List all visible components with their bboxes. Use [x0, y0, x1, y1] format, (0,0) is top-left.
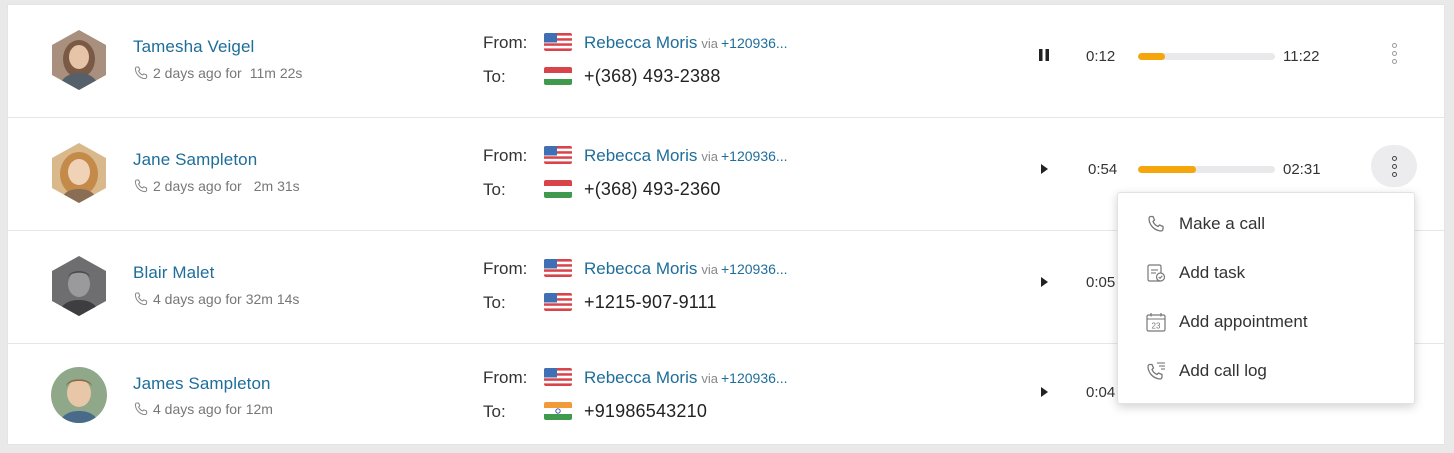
from-caller: Rebecca Moris via +120936...	[584, 368, 788, 388]
to-label: To:	[483, 67, 506, 86]
from-caller: Rebecca Moris via +120936...	[584, 259, 788, 279]
call-meta: 4 days ago for 12m	[133, 401, 273, 417]
play-button[interactable]	[1034, 272, 1054, 292]
more-options-button[interactable]	[1371, 32, 1417, 74]
more-vertical-icon	[1391, 155, 1397, 177]
us-flag-icon	[544, 293, 572, 311]
options-dropdown-menu: Make a call Add task 23 Add appointment …	[1117, 192, 1415, 404]
from-name[interactable]: Rebecca Moris	[584, 33, 697, 52]
play-button[interactable]	[1034, 382, 1054, 402]
india-flag-icon	[544, 402, 572, 420]
call-ago: 4 days ago for	[153, 291, 242, 307]
play-icon	[1041, 164, 1048, 174]
progress-bar[interactable]	[1138, 53, 1275, 60]
call-duration: 12m	[245, 401, 273, 417]
pause-icon	[1039, 49, 1049, 61]
time-total: 11:22	[1283, 48, 1320, 65]
from-name[interactable]: Rebecca Moris	[584, 368, 697, 387]
via-number[interactable]: +120936...	[721, 35, 788, 51]
phone-icon	[1148, 215, 1164, 232]
avatar[interactable]	[50, 366, 108, 428]
progress-bar[interactable]	[1138, 166, 1275, 173]
to-number[interactable]: +(368) 493-2388	[584, 66, 721, 87]
progress-fill	[1138, 166, 1196, 173]
call-duration: 2m 31s	[253, 178, 300, 194]
call-ago: 4 days ago for	[153, 401, 242, 417]
menu-item-label: Add call log	[1179, 360, 1267, 380]
menu-item-make-call[interactable]: Make a call	[1118, 199, 1414, 248]
task-icon	[1147, 263, 1166, 282]
calendar-icon: 23	[1146, 312, 1166, 332]
call-meta: 2 days ago for 11m 22s	[133, 65, 302, 81]
phone-icon	[134, 66, 148, 80]
calendar-day: 23	[1152, 321, 1161, 330]
to-number[interactable]: +91986543210	[584, 401, 707, 422]
pause-button[interactable]	[1034, 45, 1054, 65]
call-row: Tamesha Veigel 2 days ago for 11m 22s Fr…	[8, 5, 1444, 118]
menu-item-label: Add appointment	[1179, 311, 1308, 331]
more-options-button[interactable]	[1371, 145, 1417, 187]
call-ago: 2 days ago for	[153, 65, 242, 81]
from-label: From:	[483, 33, 528, 52]
us-flag-icon	[544, 146, 572, 164]
menu-item-add-task[interactable]: Add task	[1118, 248, 1414, 297]
hungary-flag-icon	[544, 180, 572, 198]
from-caller: Rebecca Moris via +120936...	[584, 33, 788, 53]
time-current: 0:12	[1086, 48, 1116, 65]
avatar[interactable]	[50, 142, 108, 204]
contact-name[interactable]: Blair Malet	[133, 263, 214, 283]
time-current: 0:04	[1086, 384, 1116, 401]
phone-icon	[134, 402, 148, 416]
call-duration: 32m 14s	[245, 291, 300, 307]
menu-item-add-appointment[interactable]: 23 Add appointment	[1118, 297, 1414, 346]
from-label: From:	[483, 146, 528, 165]
phone-icon	[134, 292, 148, 306]
phone-icon	[134, 179, 148, 193]
call-duration: 11m 22s	[249, 65, 303, 81]
to-label: To:	[483, 180, 506, 199]
via-number[interactable]: +120936...	[721, 370, 788, 386]
via-label: via	[701, 371, 718, 386]
call-ago: 2 days ago for	[153, 178, 242, 194]
progress-fill	[1138, 53, 1166, 60]
time-current: 0:05	[1086, 274, 1116, 291]
from-label: From:	[483, 259, 528, 278]
via-number[interactable]: +120936...	[721, 261, 788, 277]
via-label: via	[701, 149, 718, 164]
via-label: via	[701, 36, 718, 51]
call-meta: 4 days ago for 32m 14s	[133, 291, 299, 307]
from-name[interactable]: Rebecca Moris	[584, 259, 697, 278]
from-label: From:	[483, 368, 528, 387]
to-label: To:	[483, 402, 506, 421]
contact-name[interactable]: James Sampleton	[133, 374, 271, 394]
play-icon	[1041, 387, 1048, 397]
more-vertical-icon	[1391, 42, 1397, 64]
play-icon	[1041, 277, 1048, 287]
call-log-icon	[1147, 361, 1165, 380]
play-button[interactable]	[1034, 159, 1054, 179]
to-number[interactable]: +1215-907-9111	[584, 292, 717, 313]
contact-name[interactable]: Jane Sampleton	[133, 150, 257, 170]
us-flag-icon	[544, 368, 572, 386]
to-number[interactable]: +(368) 493-2360	[584, 179, 721, 200]
from-name[interactable]: Rebecca Moris	[584, 146, 697, 165]
via-label: via	[701, 262, 718, 277]
menu-item-label: Add task	[1179, 262, 1246, 282]
menu-item-add-call-log[interactable]: Add call log	[1118, 346, 1414, 395]
via-number[interactable]: +120936...	[721, 148, 788, 164]
avatar[interactable]	[50, 255, 108, 317]
contact-name[interactable]: Tamesha Veigel	[133, 37, 254, 57]
time-current: 0:54	[1088, 161, 1118, 178]
us-flag-icon	[544, 33, 572, 51]
us-flag-icon	[544, 259, 572, 277]
call-meta: 2 days ago for 2m 31s	[133, 178, 300, 194]
time-total: 02:31	[1283, 161, 1321, 178]
from-caller: Rebecca Moris via +120936...	[584, 146, 788, 166]
hungary-flag-icon	[544, 67, 572, 85]
avatar[interactable]	[50, 29, 108, 91]
menu-item-label: Make a call	[1179, 213, 1265, 233]
to-label: To:	[483, 293, 506, 312]
